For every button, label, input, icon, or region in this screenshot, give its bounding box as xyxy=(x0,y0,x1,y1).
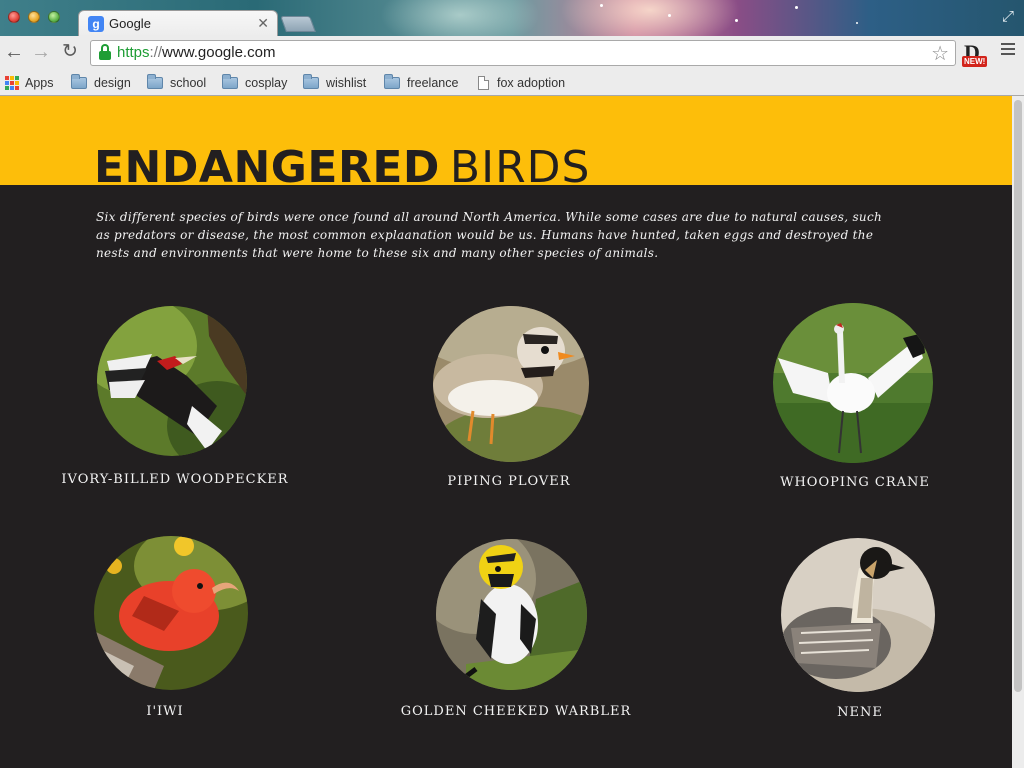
bookmark-apps[interactable]: Apps xyxy=(5,74,54,92)
fullscreen-icon[interactable]: ⤢ xyxy=(1002,8,1014,25)
back-arrow-icon[interactable]: ← xyxy=(3,41,25,63)
menu-icon[interactable] xyxy=(1001,43,1015,58)
window-titlebar: g Google ✕ ⤢ xyxy=(0,0,1024,36)
warbler-photo[interactable] xyxy=(436,539,587,690)
plover-photo[interactable] xyxy=(433,306,589,462)
folder-icon xyxy=(303,74,319,89)
nene-photo[interactable] xyxy=(781,538,935,692)
bookmark-star-icon[interactable]: ☆ xyxy=(931,41,949,66)
folder-icon xyxy=(147,74,163,89)
forward-arrow-icon[interactable]: → xyxy=(30,41,52,63)
web-page: ENDANGERED BIRDS Six different species of… xyxy=(0,96,1012,768)
bookmark-label: design xyxy=(94,76,131,90)
intro-paragraph: Six different species of birds were once… xyxy=(96,210,883,260)
extension-d-icon[interactable]: D NEW! xyxy=(962,40,990,68)
bookmark-cosplay[interactable]: cosplay xyxy=(222,74,287,92)
bookmark-label: Apps xyxy=(25,76,54,90)
folder-icon xyxy=(222,74,238,89)
tab-title: Google xyxy=(109,16,151,31)
g-logo-icon: g xyxy=(88,16,104,32)
bookmark-school[interactable]: school xyxy=(147,74,206,92)
bookmark-label: fox adoption xyxy=(497,76,566,90)
bookmark-design[interactable]: design xyxy=(71,74,131,92)
bookmark-fox-adoption[interactable]: fox adoption xyxy=(478,74,565,92)
url-text[interactable]: https://www.google.com xyxy=(117,44,275,61)
bookmark-label: freelance xyxy=(407,76,459,90)
bookmark-freelance[interactable]: freelance xyxy=(384,74,458,92)
woodpecker-photo[interactable] xyxy=(97,306,247,456)
apps-grid-icon xyxy=(5,76,19,90)
browser-toolbar: ← → ↻ https://www.google.com ☆ D NEW! xyxy=(0,36,1024,70)
window-close-button[interactable] xyxy=(8,11,20,23)
bookmark-label: school xyxy=(170,76,207,90)
bird-name: NENE xyxy=(837,705,883,720)
tab-close-icon[interactable]: ✕ xyxy=(257,15,269,32)
bookmark-label: cosplay xyxy=(245,76,288,90)
bird-name: I'IWI xyxy=(146,704,184,719)
bird-name: GOLDEN CHEEKED WARBLER xyxy=(400,704,632,719)
new-tab-button[interactable] xyxy=(280,16,316,32)
reload-icon[interactable]: ↻ xyxy=(59,41,81,63)
scrollbar-thumb[interactable] xyxy=(1014,100,1022,692)
window-maximize-button[interactable] xyxy=(48,11,60,23)
window-minimize-button[interactable] xyxy=(28,11,40,23)
lock-icon xyxy=(99,44,111,60)
page-title: ENDANGERED BIRDS xyxy=(94,142,591,193)
browser-tab[interactable]: g Google ✕ xyxy=(78,10,278,36)
bird-name: WHOOPING CRANE xyxy=(780,475,930,490)
folder-icon xyxy=(384,74,400,89)
iiwi-photo[interactable] xyxy=(94,536,248,690)
folder-icon xyxy=(71,74,87,89)
bookmark-label: wishlist xyxy=(326,76,367,90)
extension-badge: NEW! xyxy=(962,56,988,67)
bird-name: IVORY-BILLED WOODPECKER xyxy=(61,472,289,487)
bookmark-wishlist[interactable]: wishlist xyxy=(303,74,366,92)
page-icon xyxy=(478,76,489,90)
bookmarks-bar: Apps design school cosplay wishlist free… xyxy=(0,70,1024,96)
bird-name: PIPING PLOVER xyxy=(447,474,571,489)
address-bar[interactable]: https://www.google.com ☆ xyxy=(90,40,956,66)
vertical-scrollbar[interactable] xyxy=(1012,96,1024,768)
crane-photo[interactable] xyxy=(773,303,933,463)
